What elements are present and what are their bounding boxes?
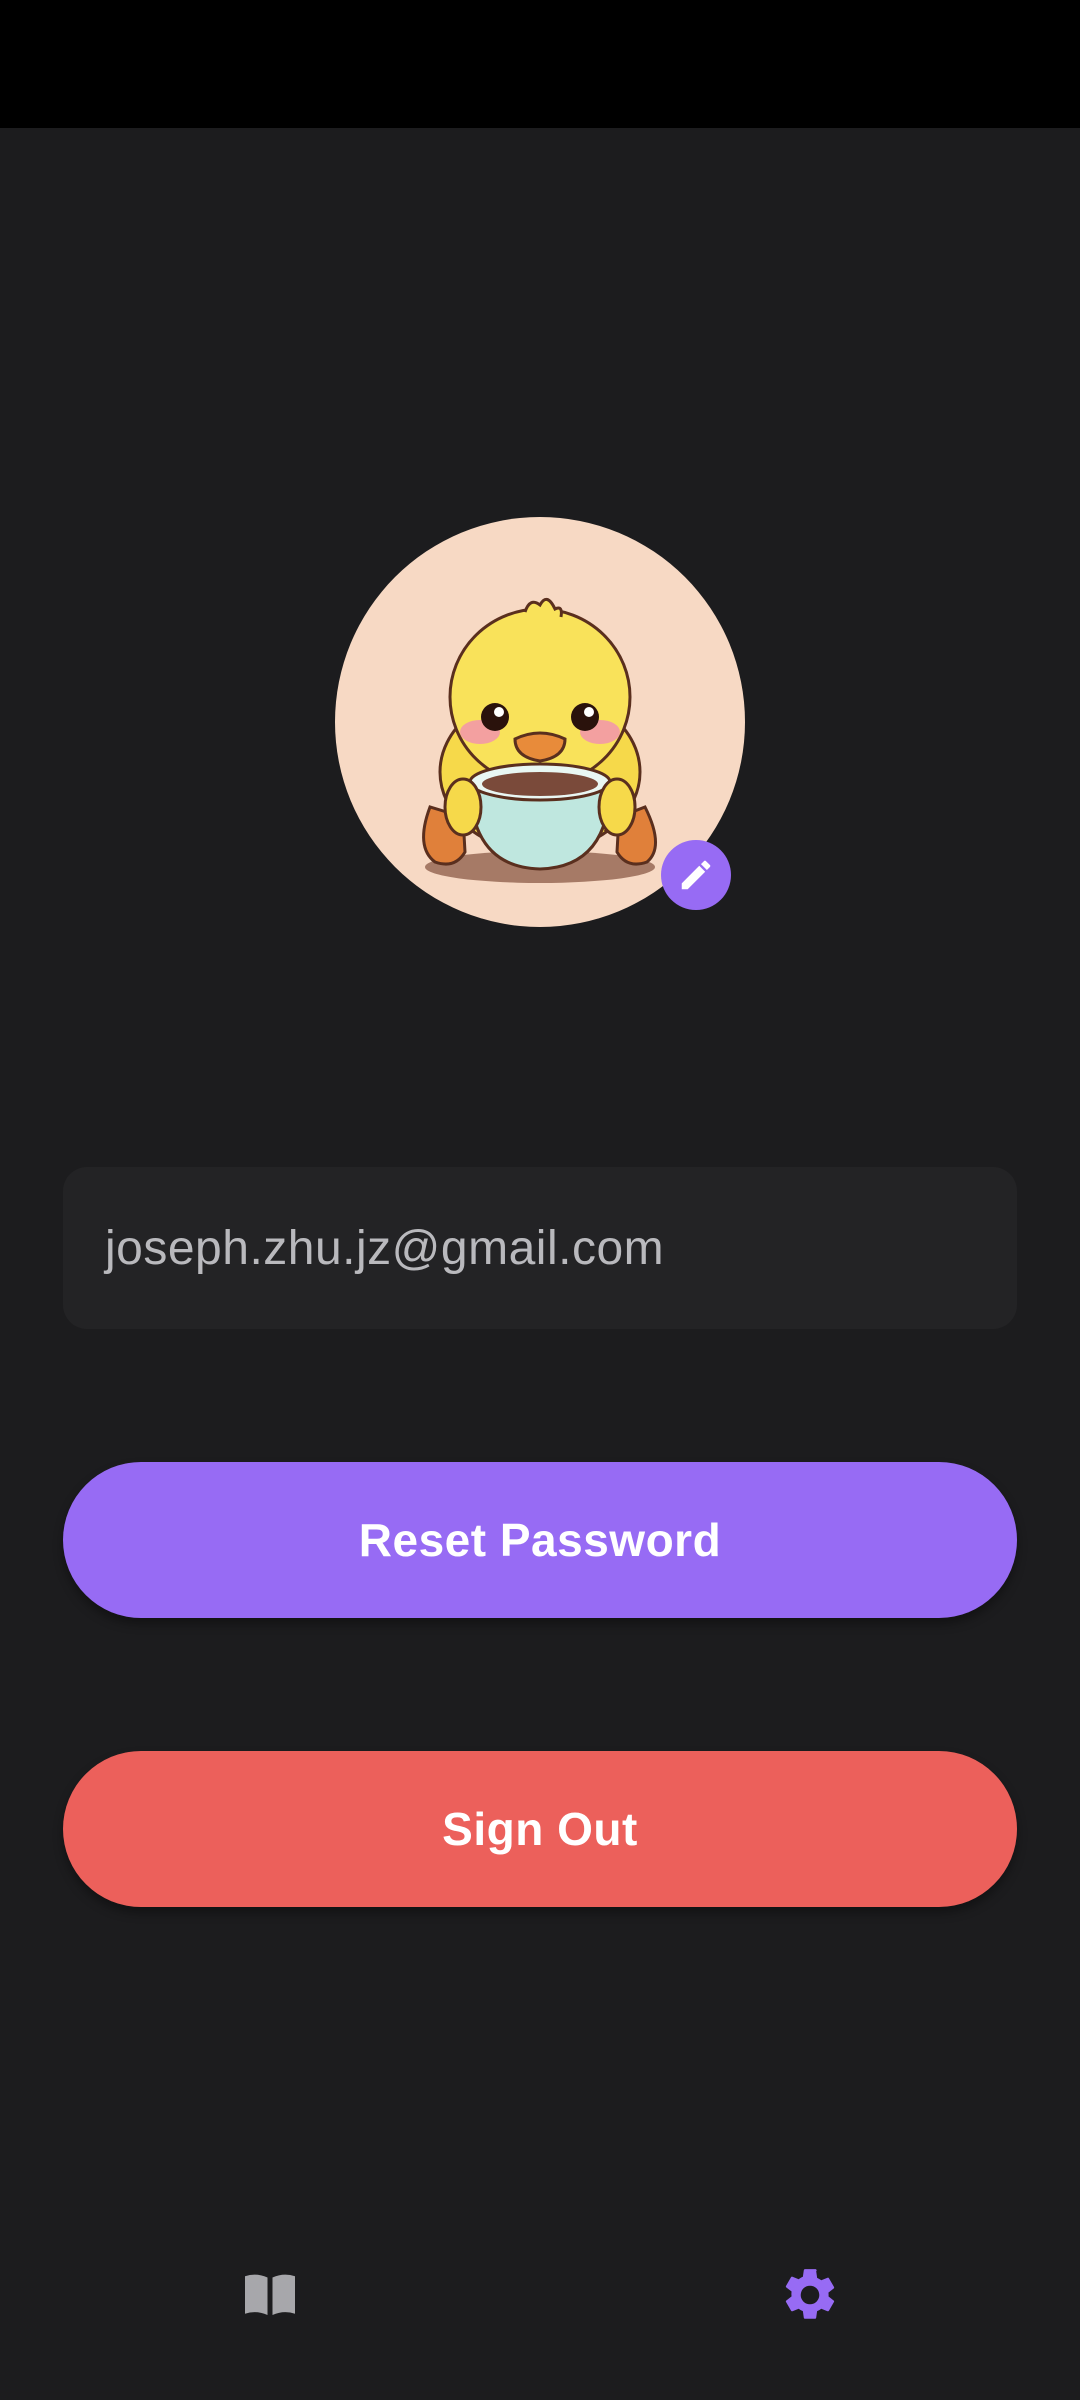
settings-screen: joseph.zhu.jz@gmail.com Reset Password S… [0,0,1080,2400]
edit-avatar-button[interactable] [661,840,731,910]
nav-item-settings[interactable] [755,2240,865,2350]
email-value: joseph.zhu.jz@gmail.com [105,1221,665,1275]
gear-icon [785,2269,835,2319]
status-bar [0,0,1080,128]
avatar-container [335,517,745,927]
email-field[interactable]: joseph.zhu.jz@gmail.com [63,1167,1017,1329]
sign-out-button[interactable]: Sign Out [63,1751,1017,1907]
pencil-icon [681,860,711,890]
bottom-navigation [0,2240,1080,2350]
nav-item-library[interactable] [215,2240,325,2350]
reset-password-label: Reset Password [358,1514,722,1566]
sign-out-label: Sign Out [442,1803,638,1855]
reset-password-button[interactable]: Reset Password [63,1462,1017,1618]
book-icon [245,2274,295,2315]
